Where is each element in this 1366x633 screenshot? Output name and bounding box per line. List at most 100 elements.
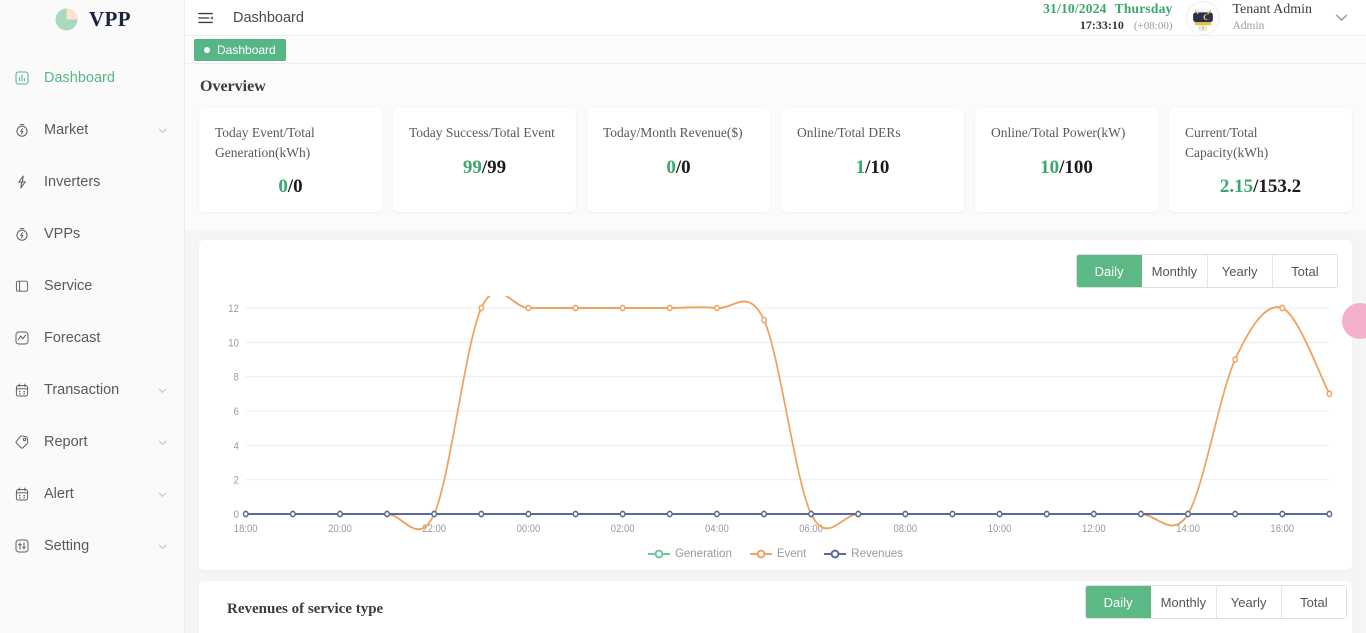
current-date: 31/10/2024 [1043,1,1107,17]
tab-label: Dashboard [217,42,276,57]
tab-daily[interactable]: Daily [1077,255,1143,287]
sidebar: VPP Dashboard Market Inverters VPPs Serv… [0,0,185,633]
stat-primary: 1 [855,156,866,178]
tab-yearly[interactable]: Yearly [1207,255,1273,287]
sidebar-item-forecast[interactable]: Forecast [0,312,184,364]
stat-card-value: 2.15/153.2 [1219,176,1302,198]
svg-text:00:00: 00:00 [517,523,541,535]
timeseries-chart-panel: Daily Monthly Yearly Total 0 2 4 6 8 10 12 18:0… [199,240,1352,570]
stat-card-value: 10/100 [1040,156,1093,178]
stat-secondary: 10 [870,156,890,178]
sidebar-item-label: Transaction [44,382,120,398]
stat-secondary: 153.2 [1258,176,1302,198]
legend-item-revenues[interactable]: Revenues [824,548,903,560]
chevron-down-icon[interactable] [1330,9,1352,26]
datetime-display: 31/10/2024 Thursday 17:33:10 (+08:00) [1043,1,1186,34]
overview-panel: Overview Today Event/Total Generation(kW… [185,64,1366,230]
sidebar-item-service[interactable]: Service [0,260,184,312]
sidebar-item-setting[interactable]: Setting [0,520,184,572]
stat-card-value: 99/99 [462,156,507,178]
tab-total[interactable]: Total [1281,586,1346,618]
date-line: 31/10/2024 Thursday [1043,1,1172,18]
stat-card-value: 0/0 [278,176,303,198]
sidebar-item-alert[interactable]: Alert [0,468,184,520]
dot-icon [204,46,210,53]
user-info[interactable]: Tenant Admin Admin [1232,1,1312,34]
legend-label: Event [776,548,807,560]
stat-card[interactable]: Today Success/Total Event 99/99 [393,108,576,212]
series-event [242,296,1333,531]
stat-card[interactable]: Online/Total DERs 1/10 [781,108,964,212]
stat-card-label: Online/Total Power(kW) [991,125,1126,140]
sidebar-item-report[interactable]: Report [0,416,184,468]
bolt-icon [13,174,30,191]
legend-label: Generation [674,548,732,560]
chevron-down-icon[interactable] [154,122,170,138]
top-header: Dashboard 31/10/2024 Thursday 17:33:10 (+0… [185,0,1366,36]
svg-text:14:00: 14:00 [1176,523,1200,535]
sliders-icon [13,538,30,555]
trend-square-icon [13,330,30,347]
svg-text:20:00: 20:00 [328,523,352,535]
stat-card[interactable]: Current/Total Capacity(kWh) 2.15/153.2 [1169,108,1352,212]
svg-text:6: 6 [234,406,240,418]
chart-range-tabs: Daily Monthly Yearly Total [1076,254,1338,288]
revenues-range-tabs: Daily Monthly Yearly Total [1085,585,1347,619]
svg-text:8: 8 [234,372,240,384]
battery-bolt-icon [13,122,30,139]
svg-text:16:00: 16:00 [1270,523,1294,535]
stat-card[interactable]: Today/Month Revenue($) 0/0 [587,108,770,212]
revenues-by-service-panel: Revenues of service type Daily Monthly Y… [199,581,1352,633]
pie-chart-logo-icon [53,6,80,33]
brand-logo[interactable]: VPP [0,0,184,36]
tab-yearly[interactable]: Yearly [1216,586,1282,618]
stat-card-label: Current/Total Capacity(kWh) [1185,125,1269,160]
stat-primary: 0 [666,156,676,178]
revenues-panel-title: Revenues of service type [227,601,384,617]
stat-card-value: 0/0 [666,156,691,178]
chevron-down-icon[interactable] [154,538,170,554]
tab-monthly[interactable]: Monthly [1142,255,1208,287]
tag-icon [13,434,30,451]
tab-daily[interactable]: Daily [1086,586,1152,618]
stat-primary: 10 [1040,156,1060,178]
overview-cards: Today Event/Total Generation(kWh) 0/0 To… [199,108,1352,212]
time-line: 17:33:10 (+08:00) [1043,18,1173,34]
legend-marker [647,549,670,559]
content-scroll-area[interactable]: Overview Today Event/Total Generation(kW… [185,64,1366,633]
legend-item-event[interactable]: Event [749,548,807,560]
tab-total[interactable]: Total [1272,255,1337,287]
svg-text:10: 10 [228,338,239,350]
sidebar-item-label: Inverters [44,174,101,190]
svg-text:02:00: 02:00 [611,523,635,535]
chart-bar-square-icon [13,70,30,87]
legend-item-generation[interactable]: Generation [647,548,732,560]
sidebar-item-label: Service [44,278,93,294]
overview-title: Overview [200,78,266,95]
avatar[interactable] [1186,0,1221,35]
timezone-offset: (+08:00) [1133,20,1173,33]
stat-primary: 0 [278,176,288,198]
stat-card[interactable]: Online/Total Power(kW) 10/100 [975,108,1158,212]
calendar-icon [13,382,30,399]
sidebar-item-dashboard[interactable]: Dashboard [0,52,184,104]
tab-dashboard[interactable]: Dashboard [194,38,286,61]
chart-plot-area[interactable]: 0 2 4 6 8 10 12 18:00 20:00 22:00 00:00 02:00 04:00 0… [213,296,1338,546]
stat-card-label: Today/Month Revenue($) [603,125,743,140]
svg-text:0: 0 [234,509,240,521]
chevron-down-icon[interactable] [154,486,170,502]
hamburger-collapse-icon[interactable] [197,10,215,26]
chevron-down-icon[interactable] [154,434,170,450]
sidebar-item-market[interactable]: Market [0,104,184,156]
stat-card-label: Today Success/Total Event [409,125,555,140]
tab-monthly[interactable]: Monthly [1151,586,1217,618]
sidebar-item-transaction[interactable]: Transaction [0,364,184,416]
sidebar-nav: Dashboard Market Inverters VPPs Service … [0,36,184,572]
sidebar-item-label: Report [44,434,88,450]
stat-card[interactable]: Today Event/Total Generation(kWh) 0/0 [199,108,382,212]
sidebar-item-label: VPPs [44,226,81,242]
chevron-down-icon[interactable] [154,382,170,398]
stat-secondary: 99 [487,156,507,178]
sidebar-item-inverters[interactable]: Inverters [0,156,184,208]
sidebar-item-vpps[interactable]: VPPs [0,208,184,260]
